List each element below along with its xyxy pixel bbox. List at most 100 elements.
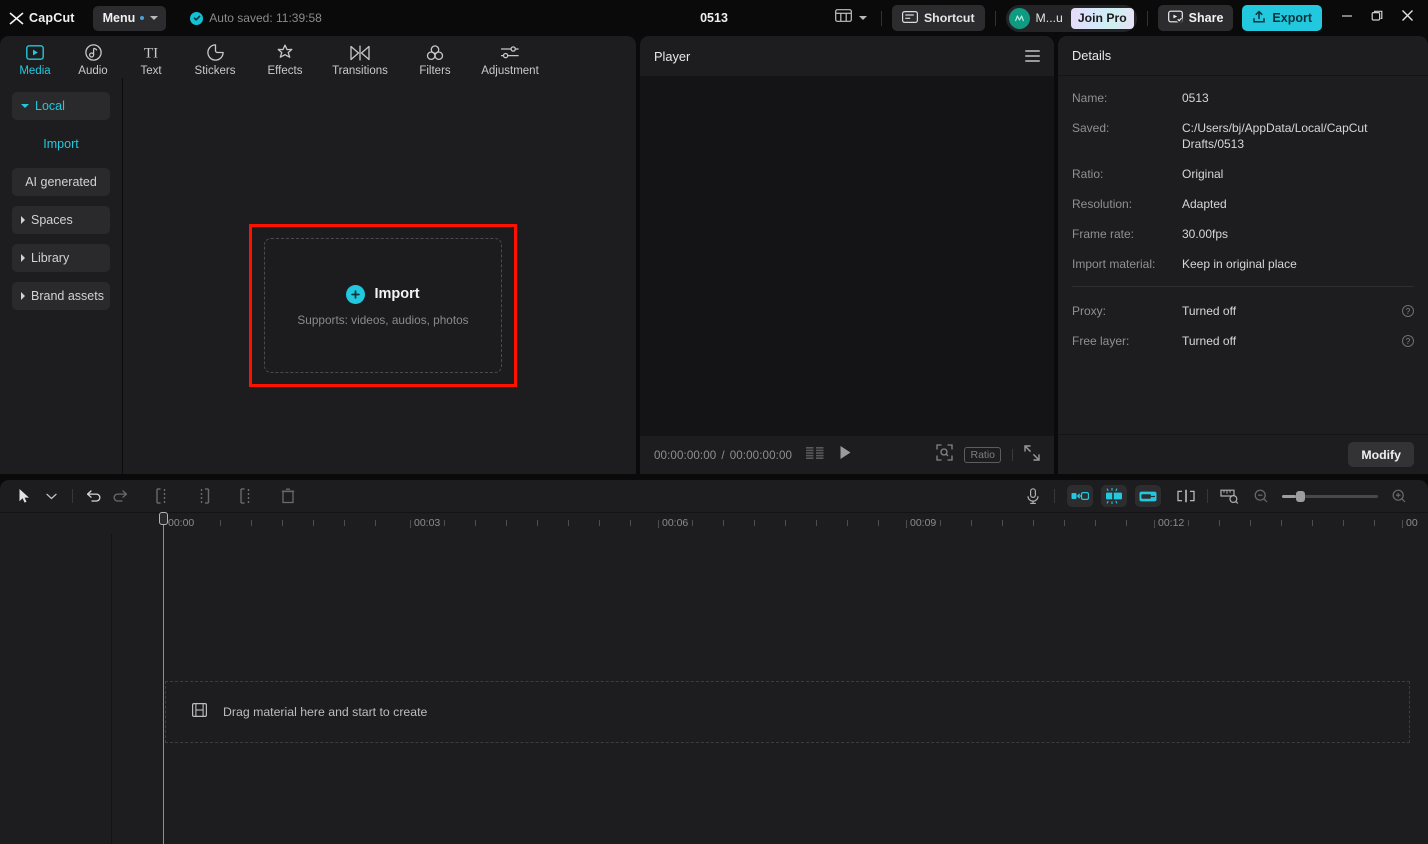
timeline-dropzone[interactable]: Drag material here and start to create <box>165 681 1410 743</box>
divider <box>1207 489 1208 503</box>
details-panel: Details Name: 0513 Saved: C:/Users/bj/Ap… <box>1058 36 1428 474</box>
playhead[interactable] <box>159 512 168 844</box>
titlebar-right-controls: Shortcut M...u Join Pro Share Export <box>831 0 1428 36</box>
tab-media[interactable]: Media <box>6 39 64 77</box>
measure-icon[interactable] <box>1216 483 1242 509</box>
divider <box>880 10 882 26</box>
timeline-panel: 00:00 00:03 00:06 00:09 00:12 00 Drag ma… <box>0 480 1428 844</box>
triangle-right-icon <box>21 254 25 262</box>
microphone-icon[interactable] <box>1020 483 1046 509</box>
ruler-label: 00:12 <box>1158 517 1185 529</box>
tab-transitions[interactable]: Transitions <box>320 39 400 77</box>
zoom-slider-handle[interactable] <box>1296 490 1305 502</box>
share-label: Share <box>1188 11 1224 25</box>
player-header: Player <box>640 36 1054 76</box>
account-button[interactable]: M...u Join Pro <box>1005 4 1137 32</box>
zoom-slider-fill <box>1282 494 1296 498</box>
export-button[interactable]: Export <box>1242 5 1322 31</box>
sidebar-item-brand-assets[interactable]: Brand assets <box>12 282 110 310</box>
divider <box>1012 449 1013 461</box>
mirror-icon[interactable] <box>1067 485 1093 507</box>
join-pro-button[interactable]: Join Pro <box>1070 7 1134 29</box>
timeline-track-headers <box>0 534 112 844</box>
divider <box>1072 286 1414 287</box>
tab-stickers[interactable]: Stickers <box>180 39 250 77</box>
sidebar-item-label: Library <box>31 251 70 265</box>
detail-value: C:/Users/bj/AppData/Local/CapCut Drafts/… <box>1182 121 1368 151</box>
trim-right-icon[interactable] <box>233 483 259 509</box>
menu-label: Menu <box>102 11 136 25</box>
shortcut-label: Shortcut <box>923 11 975 25</box>
import-dropzone[interactable]: Import Supports: videos, audios, photos <box>264 238 502 373</box>
media-tab-bar: Media Audio TI Text Stickers Effects Tra… <box>0 36 636 78</box>
detail-value: Turned off <box>1182 304 1237 318</box>
redo-icon[interactable] <box>107 483 133 509</box>
menu-button[interactable]: Menu <box>92 5 167 31</box>
tab-transitions-label: Transitions <box>332 65 388 77</box>
share-button[interactable]: Share <box>1157 5 1234 31</box>
adjustment-icon <box>500 43 520 62</box>
ruler-label: 00:09 <box>910 517 937 529</box>
sidebar-item-spaces[interactable]: Spaces <box>12 206 110 234</box>
autosave-status: Auto saved: 11:39:58 <box>190 11 322 25</box>
auto-cut-icon[interactable] <box>1101 485 1127 507</box>
sidebar-item-ai-generated[interactable]: AI generated <box>12 168 110 196</box>
details-title: Details <box>1058 36 1428 76</box>
help-icon[interactable]: ? <box>1402 305 1414 317</box>
modify-button[interactable]: Modify <box>1348 442 1414 467</box>
tab-adjustment[interactable]: Adjustment <box>470 39 550 77</box>
trim-left-icon[interactable] <box>191 483 217 509</box>
sidebar-item-library[interactable]: Library <box>12 244 110 272</box>
crop-icon[interactable] <box>1135 485 1161 507</box>
playhead-handle[interactable] <box>159 512 168 525</box>
minimize-button[interactable] <box>1332 0 1362 36</box>
sidebar-item-local[interactable]: Local <box>12 92 110 120</box>
transitions-icon <box>350 43 370 62</box>
select-tool-icon[interactable] <box>12 483 38 509</box>
maximize-icon <box>1371 9 1383 27</box>
zoom-out-icon[interactable] <box>1248 483 1274 509</box>
detail-key: Resolution: <box>1072 197 1133 211</box>
detail-row-name: Name: 0513 <box>1072 90 1414 106</box>
shortcut-button[interactable]: Shortcut <box>891 5 985 31</box>
tab-text[interactable]: TI Text <box>122 39 180 77</box>
timeline-ruler[interactable]: 00:00 00:03 00:06 00:09 00:12 00 <box>0 512 1428 534</box>
app-name: CapCut <box>29 11 75 25</box>
zoom-slider[interactable] <box>1282 490 1378 502</box>
sidebar-item-import[interactable]: Import <box>12 130 110 158</box>
frames-icon[interactable] <box>806 446 825 464</box>
delete-icon[interactable] <box>275 483 301 509</box>
detail-row-ratio: Ratio: Original <box>1072 166 1414 182</box>
tab-audio[interactable]: Audio <box>64 39 122 77</box>
maximize-button[interactable] <box>1362 0 1392 36</box>
detail-value: Keep in original place <box>1182 257 1297 271</box>
effects-icon <box>276 43 294 62</box>
undo-icon[interactable] <box>81 483 107 509</box>
ratio-button[interactable]: Ratio <box>964 447 1001 463</box>
timeline-canvas[interactable]: Drag material here and start to create <box>112 512 1428 844</box>
player-stage[interactable] <box>640 76 1054 436</box>
help-icon[interactable]: ? <box>1402 335 1414 347</box>
chevron-down-icon[interactable] <box>38 483 64 509</box>
avatar <box>1008 7 1030 29</box>
play-icon[interactable] <box>839 445 852 465</box>
layout-button[interactable] <box>831 9 871 27</box>
keyframe-icon[interactable] <box>1173 483 1199 509</box>
close-button[interactable] <box>1392 0 1422 36</box>
tab-effects[interactable]: Effects <box>250 39 320 77</box>
timeline-right-tools <box>1020 483 1416 509</box>
zoom-in-icon[interactable] <box>1386 483 1412 509</box>
hamburger-icon[interactable] <box>1025 50 1040 62</box>
split-icon[interactable] <box>149 483 175 509</box>
film-strip-icon <box>192 702 208 722</box>
sidebar-item-label: Local <box>35 99 65 113</box>
total-time: 00:00:00:00 <box>729 448 793 462</box>
tab-filters[interactable]: Filters <box>400 39 470 77</box>
text-icon: TI <box>140 43 162 62</box>
player-panel: Player 00:00:00:00 / 00:00:00:00 Ratio <box>640 36 1054 474</box>
detail-key: Name: <box>1072 91 1108 105</box>
keyboard-icon <box>901 10 918 26</box>
zoom-fit-icon[interactable] <box>936 444 954 466</box>
chevron-down-icon <box>858 16 867 20</box>
fullscreen-icon[interactable] <box>1024 444 1040 466</box>
